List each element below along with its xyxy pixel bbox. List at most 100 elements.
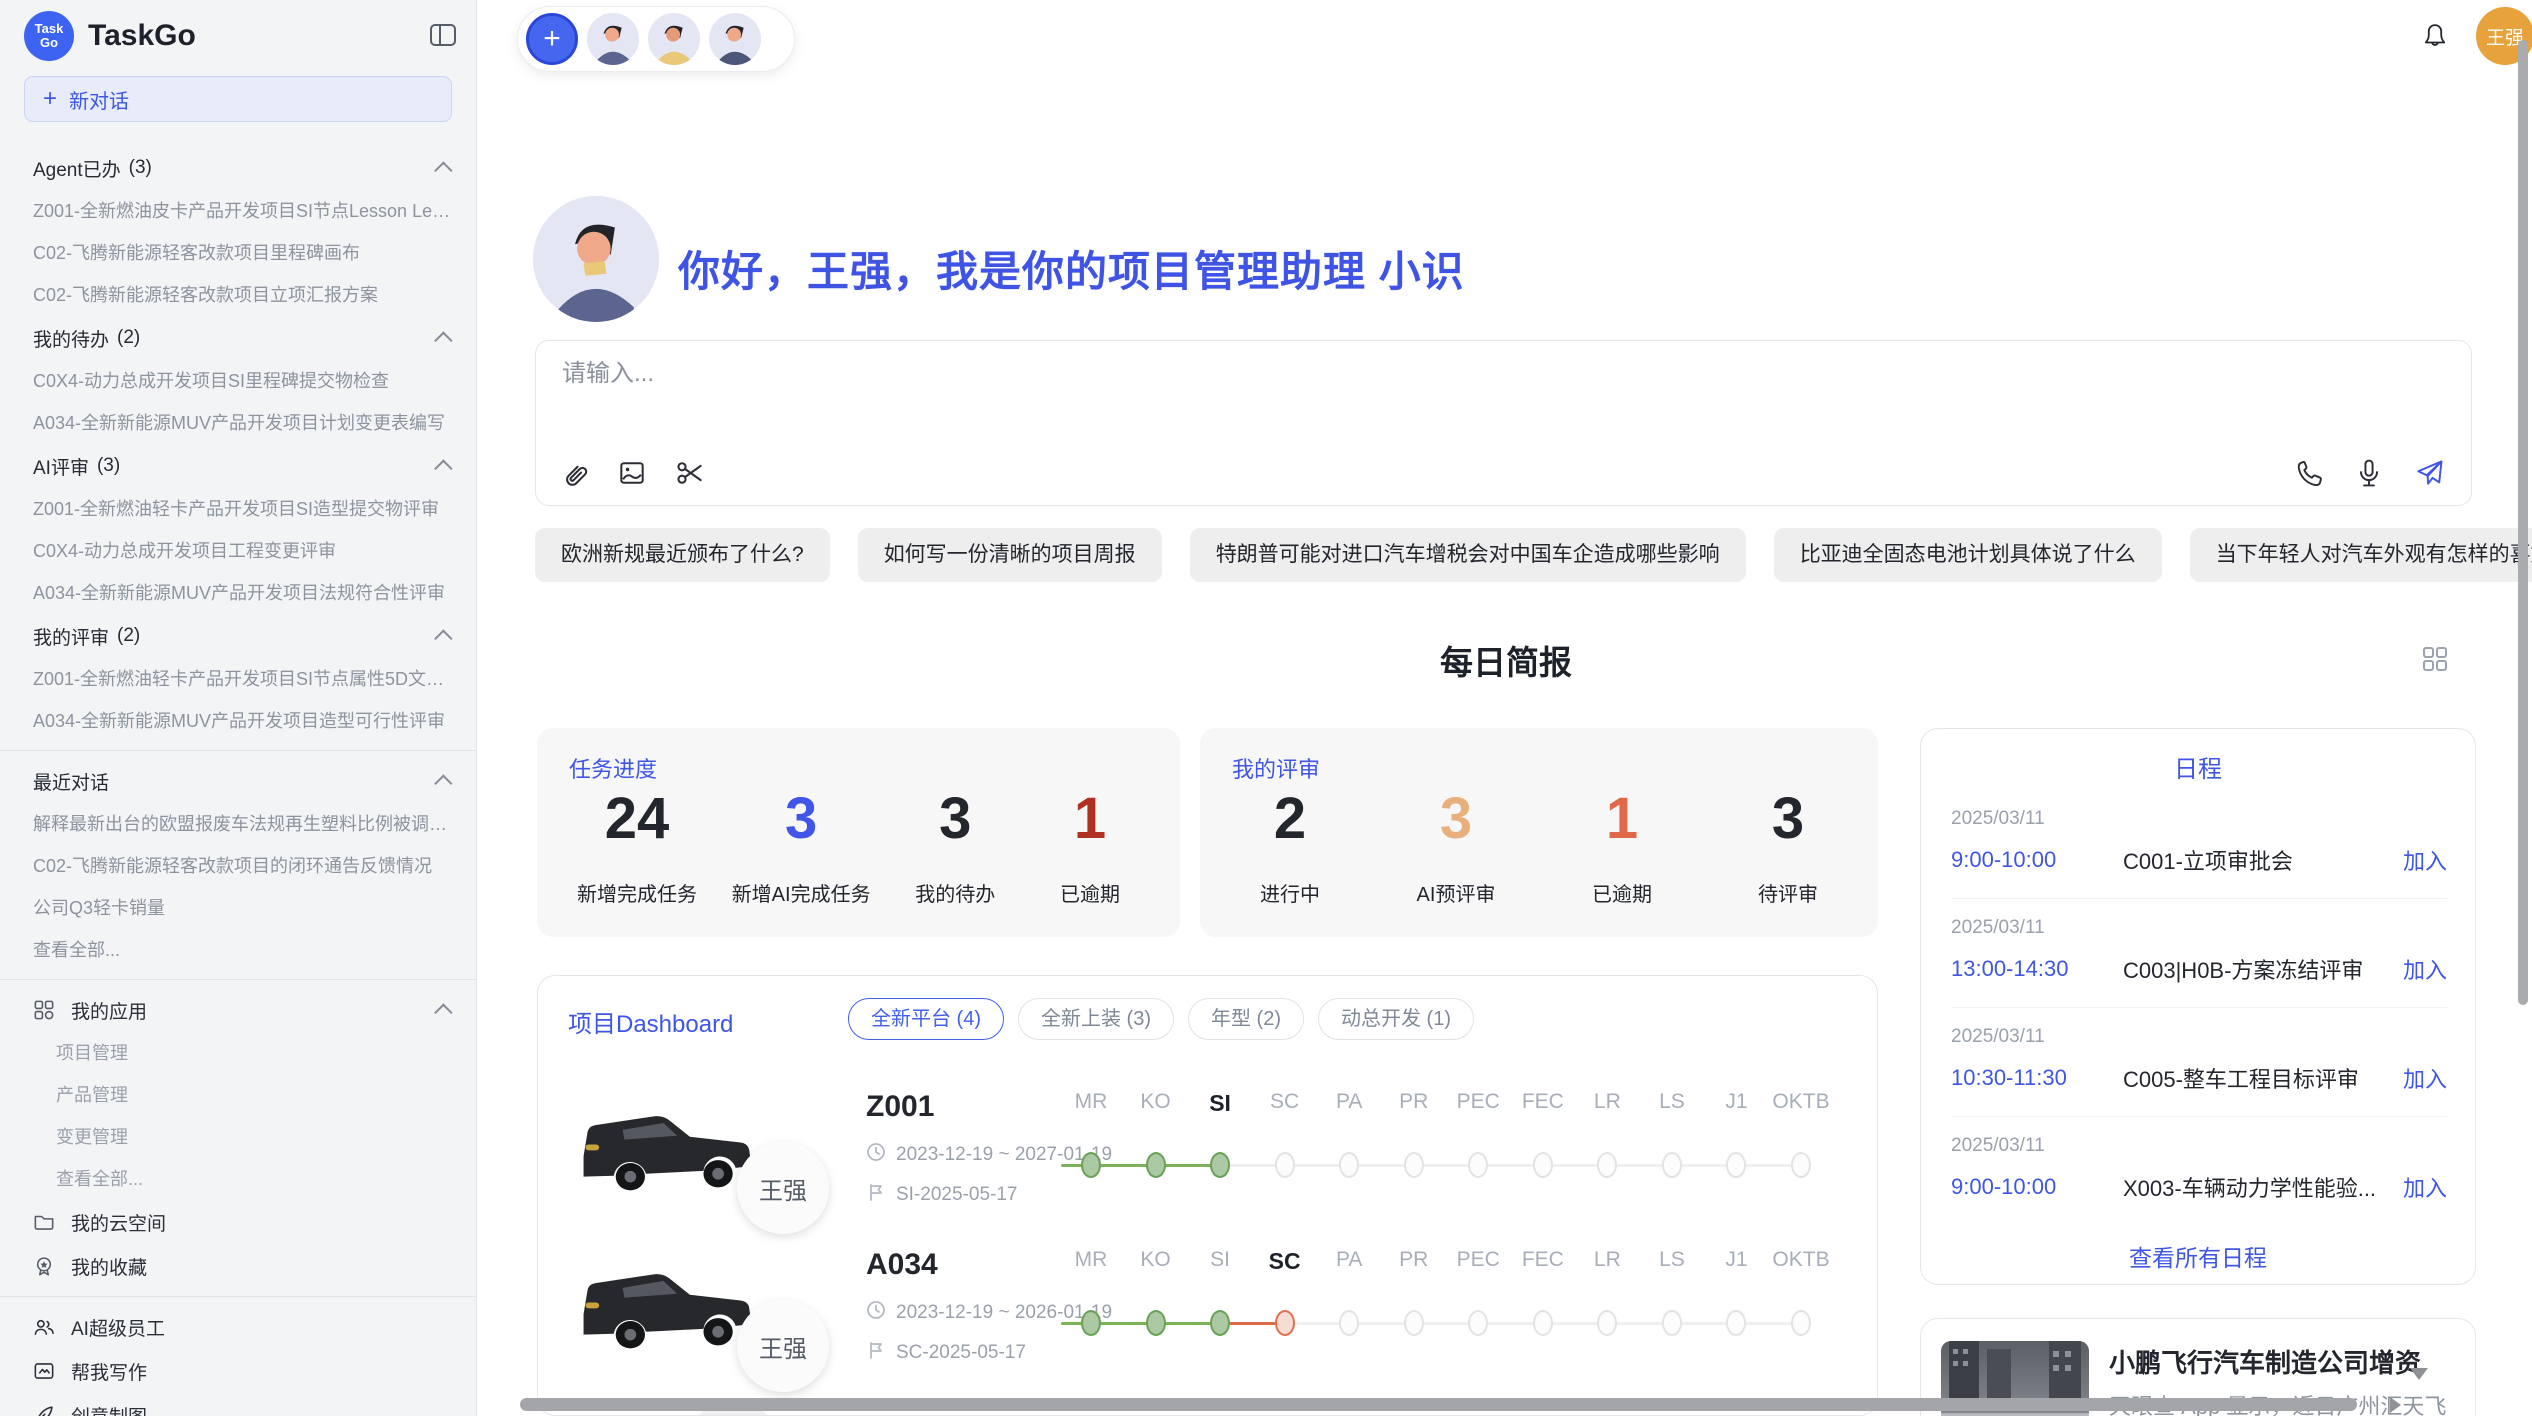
image-icon[interactable] (616, 457, 648, 489)
milestone-node[interactable] (1791, 1152, 1811, 1178)
event-date: 2025/03/11 (1951, 808, 2447, 830)
horizontal-scrollbar[interactable] (520, 1398, 2357, 1411)
new-chat-button[interactable]: + 新对话 (24, 76, 452, 122)
sidebar-tool-label: 创意制图 (71, 1402, 147, 1416)
recent-chats-header[interactable]: 最近对话 (0, 759, 476, 803)
sidebar-group-header[interactable]: Agent已办(3) (0, 146, 476, 190)
user-avatar-3[interactable] (709, 13, 761, 65)
sidebar-tool-people-icon[interactable]: AI超级员工 (0, 1305, 476, 1349)
event-join-link[interactable]: 加入 (2403, 1171, 2447, 1203)
sidebar-group-header[interactable]: 我的评审(2) (0, 614, 476, 658)
sidebar-group-count: (2) (117, 625, 140, 647)
event-row: 9:00-10:00X003-车辆动力学性能验...加入 (1951, 1171, 2447, 1203)
sidebar-item[interactable]: Z001-全新燃油轻卡产品开发项目SI节点属性5D文件评审 (0, 658, 476, 700)
sidebar-group-header[interactable]: AI评审(3) (0, 444, 476, 488)
milestone-node[interactable] (1468, 1152, 1488, 1178)
vertical-scrollbar[interactable] (2518, 40, 2528, 1005)
bell-icon[interactable] (2420, 18, 2450, 48)
sidebar-item[interactable]: C0X4-动力总成开发项目工程变更评审 (0, 530, 476, 572)
sidebar-tool-pen-icon[interactable]: 创意制图 (0, 1393, 476, 1416)
event-join-link[interactable]: 加入 (2403, 844, 2447, 876)
project-code: Z001 (866, 1090, 934, 1124)
sidebar-link-folder-icon[interactable]: 我的云空间 (0, 1200, 476, 1244)
milestone-node[interactable] (1662, 1310, 1682, 1336)
sidebar-group-header[interactable]: 我的待办(2) (0, 316, 476, 360)
recent-chat-item[interactable]: 解释最新出台的欧盟报废车法规再生塑料比例被调至15%... (0, 803, 476, 845)
plus-icon: + (43, 87, 57, 111)
my-apps-header[interactable]: 我的应用 (0, 988, 476, 1032)
stat-label: 新增AI完成任务 (732, 878, 871, 907)
milestone-node[interactable] (1275, 1310, 1295, 1336)
message-input[interactable] (560, 359, 2064, 389)
dashboard-filter-chip[interactable]: 全新平台 (4) (848, 998, 1004, 1040)
view-all-schedule-link[interactable]: 查看所有日程 (1921, 1239, 2475, 1273)
milestone-node[interactable] (1210, 1310, 1230, 1336)
sidebar-group-count: (3) (97, 455, 120, 477)
milestone-node[interactable] (1726, 1310, 1746, 1336)
recent-chat-item[interactable]: C02-飞腾新能源轻客改款项目的闭环通告反馈情况 (0, 845, 476, 887)
sidebar-item[interactable]: Z001-全新燃油轻卡产品开发项目SI造型提交物评审 (0, 488, 476, 530)
dashboard-filter-chip[interactable]: 年型 (2) (1188, 998, 1304, 1040)
paperclip-icon[interactable] (558, 457, 590, 489)
user-avatar-1[interactable] (587, 13, 639, 65)
suggestion-chip[interactable]: 欧洲新规最近颁布了什么? (535, 528, 830, 582)
sidebar-item[interactable]: C02-飞腾新能源轻客改款项目里程碑画布 (0, 232, 476, 274)
milestone-node[interactable] (1726, 1152, 1746, 1178)
sidebar-item[interactable]: A034-全新新能源MUV产品开发项目造型可行性评审 (0, 700, 476, 742)
stat-value: 2 (1240, 790, 1340, 848)
app-item[interactable]: 产品管理 (0, 1074, 476, 1116)
milestone-node[interactable] (1791, 1310, 1811, 1336)
milestone-node[interactable] (1339, 1152, 1359, 1178)
stat-value: 1 (1572, 790, 1672, 848)
sidebar-item[interactable]: A034-全新新能源MUV产品开发项目计划变更表编写 (0, 402, 476, 444)
layout-grid-icon[interactable] (2420, 644, 2450, 674)
event-join-link[interactable]: 加入 (2403, 953, 2447, 985)
view-all-chats-link[interactable]: 查看全部... (0, 929, 476, 971)
microphone-icon[interactable] (2353, 457, 2385, 489)
scroll-down-arrow[interactable] (2410, 1368, 2428, 1380)
dashboard-filter-chip[interactable]: 动总开发 (1) (1318, 998, 1474, 1040)
sidebar-item[interactable]: C02-飞腾新能源轻客改款项目立项汇报方案 (0, 274, 476, 316)
daily-briefing-title: 每日简报 (537, 636, 2475, 684)
scissors-icon[interactable] (674, 457, 706, 489)
milestone-node[interactable] (1404, 1310, 1424, 1336)
user-avatar-2[interactable] (648, 13, 700, 65)
sidebar-item[interactable]: C0X4-动力总成开发项目SI里程碑提交物检查 (0, 360, 476, 402)
milestone-node[interactable] (1081, 1310, 1101, 1336)
send-icon[interactable] (2413, 457, 2445, 489)
add-session-button[interactable]: + (526, 13, 578, 65)
milestone-node[interactable] (1597, 1152, 1617, 1178)
sidebar-link-badge-icon[interactable]: 我的收藏 (0, 1244, 476, 1288)
milestone-node[interactable] (1210, 1152, 1230, 1178)
milestone-node[interactable] (1533, 1152, 1553, 1178)
app-item[interactable]: 变更管理 (0, 1116, 476, 1158)
recent-chat-item[interactable]: 公司Q3轻卡销量 (0, 887, 476, 929)
sidebar-tool-write-icon[interactable]: 帮我写作 (0, 1349, 476, 1393)
suggestion-chip[interactable]: 比亚迪全固态电池计划具体说了什么 (1774, 528, 2162, 582)
sidebar-item[interactable]: Z001-全新燃油皮卡产品开发项目SI节点Lesson Learn报告 (0, 190, 476, 232)
milestone-node[interactable] (1662, 1152, 1682, 1178)
assistant-avatar (533, 196, 659, 322)
milestone-node[interactable] (1081, 1152, 1101, 1178)
milestone-node[interactable] (1404, 1152, 1424, 1178)
app-item[interactable]: 项目管理 (0, 1032, 476, 1074)
scroll-right-arrow[interactable] (2390, 1397, 2401, 1413)
collapse-sidebar-icon[interactable] (430, 24, 456, 46)
suggestion-chip[interactable]: 当下年轻人对汽车外观有怎样的喜好趋势 (2190, 528, 2532, 582)
view-all-apps-link[interactable]: 查看全部... (0, 1158, 476, 1200)
milestone-node[interactable] (1146, 1310, 1166, 1336)
suggestion-chip[interactable]: 特朗普可能对进口汽车增税会对中国车企造成哪些影响 (1190, 528, 1746, 582)
message-composer (535, 340, 2472, 506)
milestone-node[interactable] (1339, 1310, 1359, 1336)
milestone-node[interactable] (1597, 1310, 1617, 1336)
milestone-node[interactable] (1468, 1310, 1488, 1336)
suggestion-chip[interactable]: 如何写一份清晰的项目周报 (858, 528, 1162, 582)
milestone-node[interactable] (1275, 1152, 1295, 1178)
event-join-link[interactable]: 加入 (2403, 1062, 2447, 1094)
dashboard-filter-chip[interactable]: 全新上装 (3) (1018, 998, 1174, 1040)
flag-icon (866, 1340, 886, 1366)
sidebar-item[interactable]: A034-全新新能源MUV产品开发项目法规符合性评审 (0, 572, 476, 614)
milestone-node[interactable] (1533, 1310, 1553, 1336)
milestone-node[interactable] (1146, 1152, 1166, 1178)
phone-icon[interactable] (2293, 457, 2325, 489)
